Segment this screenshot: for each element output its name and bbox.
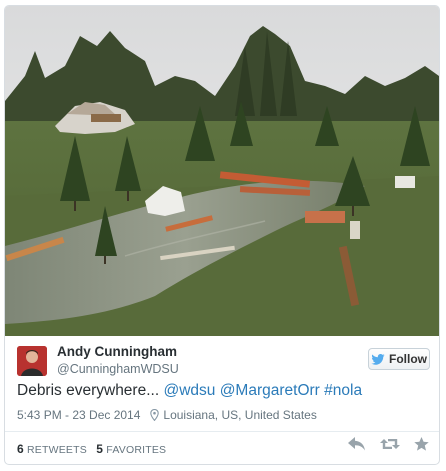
favorites-stat[interactable]: 5 FAVORITES	[96, 442, 167, 456]
star-icon[interactable]	[414, 437, 429, 456]
twitter-bird-icon	[371, 353, 385, 365]
retweets-label: RETWEETS	[27, 444, 87, 456]
tweet-actions	[348, 437, 429, 456]
tweet-meta: 5:43 PM - 23 Dec 2014 Louisiana, US, Uni…	[17, 408, 317, 422]
location-pin-icon	[150, 409, 160, 421]
retweets-stat[interactable]: 6 RETWEETS	[17, 442, 87, 456]
tweet-card: Andy Cunningham @CunninghamWDSU Follow D…	[4, 5, 440, 465]
tweet-stats: 6 RETWEETS 5 FAVORITES	[17, 442, 166, 456]
tweet-location[interactable]: Louisiana, US, United States	[150, 408, 317, 422]
author-header: Andy Cunningham @CunninghamWDSU Follow	[17, 344, 430, 380]
location-text: Louisiana, US, United States	[163, 408, 317, 422]
favorites-label: FAVORITES	[106, 444, 167, 456]
reply-icon[interactable]	[348, 437, 366, 456]
tweet-photo[interactable]	[5, 6, 439, 336]
mention-margaretorr[interactable]: @MargaretOrr	[220, 382, 320, 399]
retweet-icon[interactable]	[380, 437, 400, 456]
author-name[interactable]: Andy Cunningham	[57, 344, 177, 359]
mention-wdsu[interactable]: @wdsu	[163, 382, 215, 399]
hashtag-nola[interactable]: #nola	[324, 382, 362, 399]
tweet-timestamp[interactable]: 5:43 PM - 23 Dec 2014	[17, 408, 140, 422]
follow-label: Follow	[389, 352, 427, 366]
favorites-count: 5	[96, 442, 104, 456]
avatar[interactable]	[17, 346, 47, 376]
follow-button[interactable]: Follow	[368, 348, 430, 370]
retweets-count: 6	[17, 442, 24, 456]
author-handle[interactable]: @CunninghamWDSU	[57, 362, 179, 376]
divider	[5, 431, 439, 432]
tweet-text: Debris everywhere... @wdsu @MargaretOrr …	[17, 382, 362, 400]
tweet-text-body: Debris everywhere...	[17, 382, 164, 399]
